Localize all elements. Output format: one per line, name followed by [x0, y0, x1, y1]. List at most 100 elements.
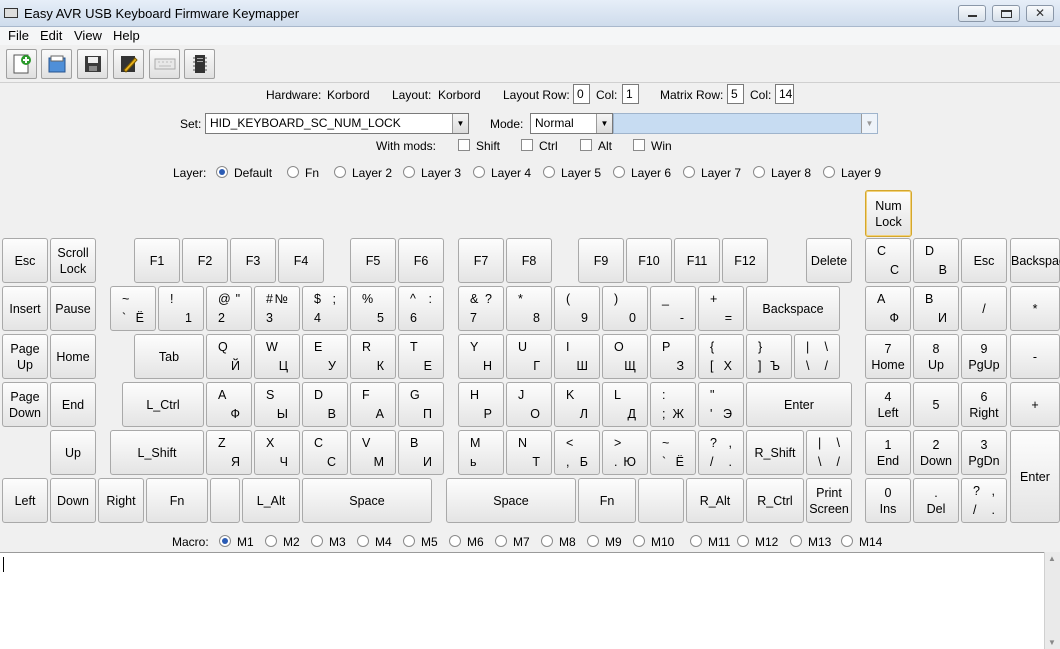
key-pause[interactable]: Pause [50, 286, 96, 331]
key-f9[interactable]: F9 [578, 238, 624, 283]
macro-radio[interactable] [587, 535, 599, 547]
menu-edit[interactable]: Edit [40, 28, 62, 43]
macro-radio[interactable] [357, 535, 369, 547]
key-backslash[interactable]: | \ \ / [794, 334, 840, 379]
key-np-enter[interactable]: Enter [1010, 430, 1060, 523]
layer-radio[interactable] [334, 166, 346, 178]
key-l[interactable]: LД [602, 382, 648, 427]
key-down[interactable]: Down [50, 478, 96, 523]
key-np-plus[interactable]: + [1010, 382, 1060, 427]
shift-checkbox[interactable] [458, 139, 470, 151]
macro-radio[interactable] [311, 535, 323, 547]
macro-radio[interactable] [541, 535, 553, 547]
key-f8[interactable]: F8 [506, 238, 552, 283]
key-scrolllock[interactable]: Scroll Lock [50, 238, 96, 283]
mode-dropdown[interactable]: Normal ▼ [530, 113, 613, 134]
key-np-star[interactable]: * [1010, 286, 1060, 331]
key-pagedown[interactable]: Page Down [2, 382, 48, 427]
key-lshift[interactable]: L_Shift [110, 430, 204, 475]
key-k4[interactable]: $; 4 [302, 286, 348, 331]
keyboard-button[interactable] [149, 49, 180, 79]
key-np-d[interactable]: DВ [913, 238, 959, 283]
macro-radio[interactable] [495, 535, 507, 547]
layer-radio[interactable] [216, 166, 228, 178]
key-enter[interactable]: Enter [746, 382, 852, 427]
open-button[interactable] [41, 49, 72, 79]
layer-radio[interactable] [543, 166, 555, 178]
new-button[interactable] [6, 49, 37, 79]
macro-radio[interactable] [633, 535, 645, 547]
key-k0[interactable]: ) 0 [602, 286, 648, 331]
key-np6[interactable]: 6 Right [961, 382, 1007, 427]
key-np-slash[interactable]: / [961, 286, 1007, 331]
macro-radio[interactable] [790, 535, 802, 547]
key-np-a[interactable]: AФ [865, 286, 911, 331]
key-rbracket[interactable]: }] Ъ [746, 334, 792, 379]
key-k7[interactable]: &? 7 [458, 286, 504, 331]
menu-file[interactable]: File [8, 28, 29, 43]
layout-row-field[interactable]: 0 [573, 84, 590, 104]
key-pageup[interactable]: Page Up [2, 334, 48, 379]
key-np1[interactable]: 1 End [865, 430, 911, 475]
key-o[interactable]: OЩ [602, 334, 648, 379]
key-np-dot[interactable]: . Del [913, 478, 959, 523]
key-tilde[interactable]: ~ ` Ё [110, 286, 156, 331]
key-f3[interactable]: F3 [230, 238, 276, 283]
key-blank2[interactable] [638, 478, 684, 523]
edit-button[interactable] [113, 49, 144, 79]
key-k8[interactable]: * 8 [506, 286, 552, 331]
key-k3[interactable]: # № 3 [254, 286, 300, 331]
menu-help[interactable]: Help [113, 28, 140, 43]
layer-radio[interactable] [683, 166, 695, 178]
key-minus[interactable]: _ - [650, 286, 696, 331]
key-np8[interactable]: 8 Up [913, 334, 959, 379]
macro-radio[interactable] [737, 535, 749, 547]
key-tab[interactable]: Tab [134, 334, 204, 379]
macro-text-area[interactable] [0, 552, 1044, 649]
key-p[interactable]: PЗ [650, 334, 696, 379]
key-a[interactable]: AФ [206, 382, 252, 427]
key-printscreen[interactable]: Print Screen [806, 478, 852, 523]
ctrl-checkbox[interactable] [521, 139, 533, 151]
key-np4[interactable]: 4 Left [865, 382, 911, 427]
key-semicolon[interactable]: :; Ж [650, 382, 696, 427]
key-fn1[interactable]: Fn [146, 478, 208, 523]
key-k5[interactable]: % 5 [350, 286, 396, 331]
key-u[interactable]: UГ [506, 334, 552, 379]
layer-radio[interactable] [613, 166, 625, 178]
save-button[interactable] [77, 49, 108, 79]
key-lctrl[interactable]: L_Ctrl [122, 382, 204, 427]
key-np9[interactable]: 9 PgUp [961, 334, 1007, 379]
key-np3[interactable]: 3 PgDn [961, 430, 1007, 475]
key-f4[interactable]: F4 [278, 238, 324, 283]
key-q[interactable]: QЙ [206, 334, 252, 379]
key-fn2[interactable]: Fn [578, 478, 636, 523]
key-backspace[interactable]: Backspace [746, 286, 840, 331]
matrix-col-field[interactable]: 14 [775, 84, 794, 104]
macro-radio[interactable] [449, 535, 461, 547]
key-e[interactable]: EУ [302, 334, 348, 379]
vertical-scrollbar[interactable]: ▲ ▼ [1044, 552, 1060, 649]
key-insert[interactable]: Insert [2, 286, 48, 331]
key-h[interactable]: HР [458, 382, 504, 427]
maximize-button[interactable] [992, 5, 1020, 22]
key-f2[interactable]: F2 [182, 238, 228, 283]
key-t[interactable]: TЕ [398, 334, 444, 379]
key-blank1[interactable] [210, 478, 240, 523]
key-left[interactable]: Left [2, 478, 48, 523]
alt-checkbox[interactable] [580, 139, 592, 151]
layer-radio[interactable] [287, 166, 299, 178]
key-s[interactable]: SЫ [254, 382, 300, 427]
key-d[interactable]: DВ [302, 382, 348, 427]
key-k[interactable]: KЛ [554, 382, 600, 427]
key-esc[interactable]: Esc [2, 238, 48, 283]
key-lalt[interactable]: L_Alt [242, 478, 300, 523]
key-ralt[interactable]: R_Alt [686, 478, 744, 523]
key-f7[interactable]: F7 [458, 238, 504, 283]
key-quote[interactable]: " ' Э [698, 382, 744, 427]
key-right[interactable]: Right [98, 478, 144, 523]
key-f6[interactable]: F6 [398, 238, 444, 283]
key-k2[interactable]: @ " 2 [206, 286, 252, 331]
key-k1[interactable]: ! 1 [158, 286, 204, 331]
key-np-esc[interactable]: Esc [961, 238, 1007, 283]
